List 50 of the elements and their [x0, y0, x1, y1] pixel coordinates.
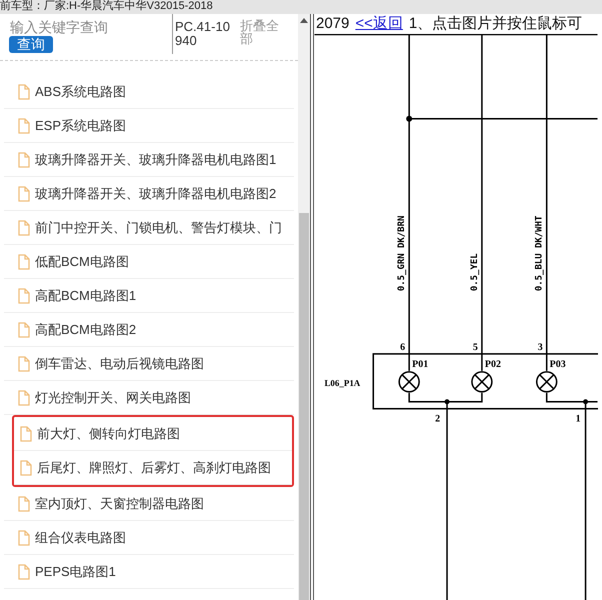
document-icon	[20, 460, 32, 476]
document-icon	[18, 564, 30, 580]
list-item[interactable]: 倒车雷达、电动后视镜电路图	[4, 347, 294, 381]
list-item[interactable]: 低配BCM电路图	[4, 245, 294, 279]
list-item[interactable]: ABS系统电路图	[4, 75, 294, 109]
hint-text: 1、点击图片并按住鼠标可	[408, 14, 582, 34]
lamp-label: P01	[412, 358, 428, 370]
document-icon	[18, 118, 30, 134]
list-item[interactable]: 玻璃升降器开关、玻璃升降器电机电路图2	[4, 177, 294, 211]
list-item[interactable]: 前大灯、侧转向灯电路图	[14, 417, 292, 451]
lamp-label: P02	[484, 358, 501, 370]
document-icon	[20, 426, 32, 442]
document-icon	[18, 390, 30, 406]
list-item[interactable]: 高配BCM电路图1	[4, 279, 294, 313]
document-icon	[18, 356, 30, 372]
list-item[interactable]: 后尾灯、牌照灯、后雾灯、高刹灯电路图	[14, 451, 292, 485]
connector-label: L06_P1A	[324, 378, 360, 388]
wire-label: 0.5_YEL	[470, 253, 480, 292]
up-arrow-icon	[300, 18, 308, 23]
vehicle-model-text: 前车型：厂家:H-华晨汽车中华V32015-2018	[0, 0, 602, 14]
list-item[interactable]: 组合仪表电路图	[4, 521, 294, 555]
document-icon	[18, 496, 30, 512]
page-number: 2079	[316, 15, 350, 32]
list-item[interactable]: 灯光控制开关、网关电路图	[4, 381, 294, 415]
document-icon	[18, 84, 30, 100]
pin-number: 2	[435, 414, 440, 425]
list-item[interactable]: 前门中控开关、门锁电机、警告灯模块、门	[4, 211, 294, 245]
lamp-label: P03	[550, 358, 566, 370]
search-button[interactable]: 查询	[9, 36, 53, 53]
document-icon	[18, 288, 30, 304]
list-item[interactable]: 高配BCM电路图2	[4, 313, 294, 347]
list-item[interactable]: 玻璃升降器开关、玻璃升降器电机电路图1	[4, 143, 294, 177]
document-icon	[18, 322, 30, 338]
back-link[interactable]: <<返回	[355, 14, 403, 34]
list-item[interactable]: ESP系统电路图	[4, 109, 294, 143]
document-icon	[18, 530, 30, 546]
wire-label: 0.5_BLU DK/WHT	[534, 216, 545, 292]
pin-number: 6	[400, 342, 406, 353]
document-icon	[18, 220, 30, 236]
wire-label: 0.5_GRN DK/BRN	[397, 216, 408, 292]
list-item[interactable]: 室内顶灯、天窗控制器电路图	[4, 487, 294, 521]
document-icon	[18, 152, 30, 168]
pin-number: 3	[538, 342, 543, 353]
scrollbar[interactable]	[298, 14, 310, 600]
pin-number: 1	[576, 414, 581, 425]
document-icon	[18, 254, 30, 270]
document-icon	[18, 186, 30, 202]
pin-number: 5	[472, 342, 478, 353]
document-code: PC.41-10940	[172, 14, 236, 54]
list-item[interactable]: PEPS电路图1	[4, 555, 294, 589]
